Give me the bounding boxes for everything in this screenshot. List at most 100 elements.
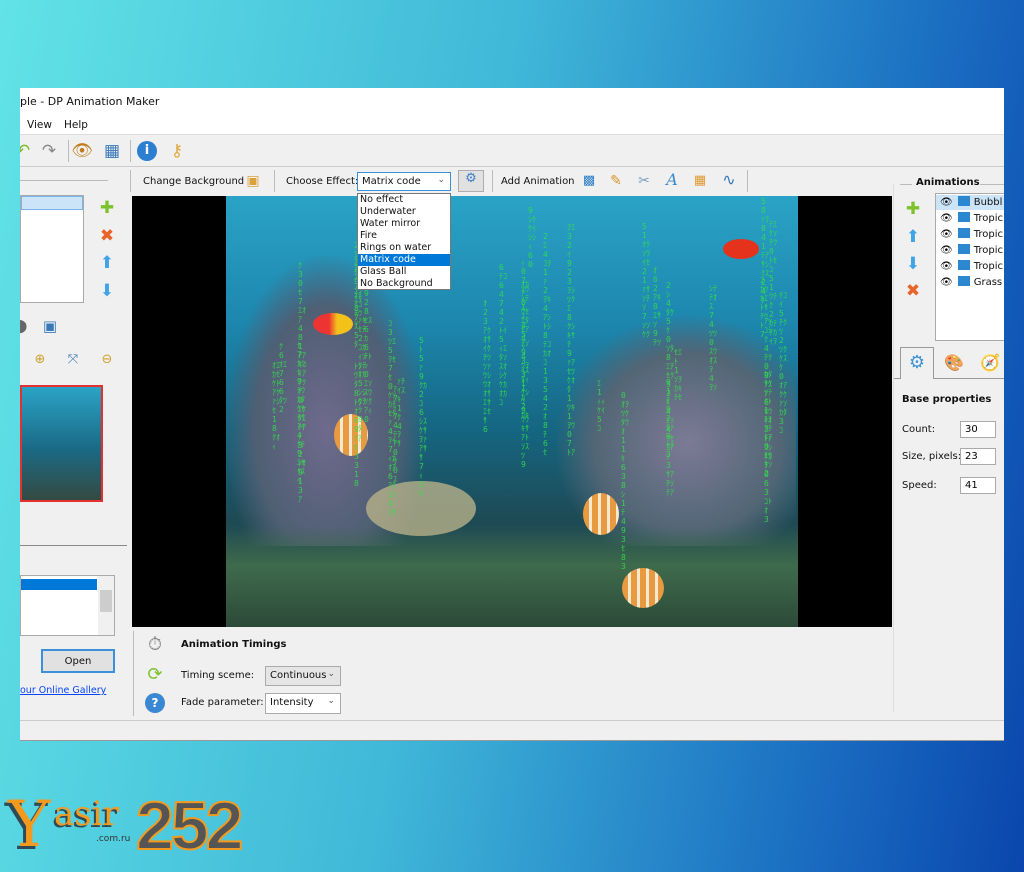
refresh-icon: ⟳ [147,664,163,685]
gallery-scrollbar[interactable] [98,576,114,635]
delete-scene-icon[interactable]: ✖ [96,226,118,246]
delete-animation-icon[interactable]: ✖ [902,281,924,301]
effect-settings-button[interactable]: ⚙ [458,170,484,192]
add-brush-icon[interactable]: ✎ [605,171,627,191]
effect-option[interactable]: Underwater [358,206,450,218]
animation-type-icon [957,196,970,206]
visibility-eye-icon[interactable]: 👁 [940,261,953,272]
effect-option[interactable]: No Background [358,278,450,290]
animation-list-item[interactable]: 👁 Tropic [936,211,1004,226]
matrix-code-column: 5ﾄ5ｧ9ｸｶ2ｺ6ｼｽｹｻｦｧｱｻｻ7ｨ5ｷ [419,336,427,498]
timings-clock-icon: ⏱ [147,634,163,655]
count-input[interactable] [960,421,996,438]
add-tiles-icon[interactable]: ▦ [689,171,711,191]
animation-type-icon [957,276,970,286]
scene-image-icon[interactable]: ▣ [39,316,61,336]
preview-eye-icon[interactable]: 👁 [71,141,93,161]
title-bar: ple - DP Animation Maker [20,88,1004,116]
status-bar [20,740,1004,741]
add-particles-icon[interactable]: ✂ [633,171,655,191]
fade-parameter-select[interactable]: Intensity ⌄ [265,693,341,714]
gallery-list[interactable] [20,575,115,636]
scene-tool-icon[interactable]: ◗ [20,316,34,336]
animations-list[interactable]: 👁 Bubbl 👁 Tropic 👁 Tropic 👁 Tropic 👁 Tropic 👁 Grass [935,193,1004,341]
undo-icon[interactable]: ↶ [20,141,34,161]
add-text-icon[interactable]: A [661,170,683,190]
matrix-code-column: ｼﾃﾃｵｽ74ﾂﾂ0ｽｳｵｽｦ4ｦｿ [709,284,717,392]
fit-icon[interactable]: ⤧ [62,350,84,370]
add-animation-icon[interactable]: ✚ [902,199,924,219]
scene-thumbnail[interactable] [20,385,103,502]
add-scene-icon[interactable]: ✚ [96,198,118,218]
animation-name: Tropic [973,229,1003,240]
matrix-code-column: 2ｼ4ﾀｹ5ｹ0ｿﾀ8ｴﾁｾｸ52ｷ4ｴｿ4ｳｾｺｱｿ3ｻｱﾁｿﾃｱ [666,281,674,497]
move-down-icon[interactable]: ⬇ [96,281,118,301]
matrix-code-column: ﾄｿｳｨﾀ8ﾄﾀｵ69ｹｱｶ3318 [354,362,362,488]
matrix-code-column: ｺ3ﾂｴ5ｦｾ7ｾ0ｹｿｶﾁｾﾀｧ4ｦｲ7ｨｶｵｱ6ｱﾀｺｧ4ｴｻ [388,319,396,517]
visibility-eye-icon[interactable]: 👁 [940,229,953,240]
matrix-code-column: 6ﾃｺ64742ﾄｲ5ｨｴﾀｿｽｵｼｹｹｶｵｶｺ [499,263,507,407]
animation-up-icon[interactable]: ⬆ [902,227,924,247]
speed-input[interactable] [960,477,996,494]
help-icon[interactable]: ? [145,693,165,713]
timing-scheme-select[interactable]: Continuous ⌄ [265,666,341,686]
info-icon[interactable]: i [137,141,157,161]
animation-list-item[interactable]: 👁 Tropic [936,227,1004,242]
effect-option[interactable]: Glass Ball [358,266,450,278]
redo-icon[interactable]: ↷ [38,141,60,161]
matrix-code-column: 0ｵｦﾂｹﾀｳｵ11ｷ638ｼ1ﾃ493ｾ83 [621,391,629,571]
yellow-fish [313,313,353,335]
effect-option[interactable]: No effect [358,194,450,206]
visibility-eye-icon[interactable]: 👁 [940,277,953,288]
speed-label: Speed: [902,480,937,491]
tab-base-properties[interactable]: ⚙ [900,347,934,379]
effect-option[interactable]: Fire [358,230,450,242]
animation-list-item[interactable]: 👁 Grass [936,275,1004,290]
change-background-button[interactable]: Change Background [143,176,244,187]
visibility-eye-icon[interactable]: 👁 [940,197,953,208]
matrix-code-column: ｴ1ｨｨｹｲ5ｺ [597,379,605,433]
matrix-code-column: 2ｴ4ｺｦ1ｧ2ｦｷ4ｱｼﾄｼ8ﾃｺｶｵｺ13542ｵ8ﾁ6ｾ [543,232,551,457]
key-icon[interactable]: ⚷ [166,141,188,161]
animation-name: Tropic [973,261,1003,272]
effect-select[interactable]: Matrix code ⌄ [357,172,451,191]
animation-type-icon [957,228,970,238]
effect-option[interactable]: Rings on water [358,242,450,254]
matrix-code-column: ﾁｺｲ5ﾁｸﾂ2ﾂｸｹｽｹ0ｵｱｸｹｧｿｶﾀ3ｺ [779,291,787,435]
open-button[interactable]: Open [41,649,115,673]
visibility-eye-icon[interactable]: 👁 [940,245,953,256]
animation-list-item[interactable]: 👁 Tropic [936,243,1004,258]
scene-list[interactable] [20,195,84,303]
animation-down-icon[interactable]: ⬇ [902,254,924,274]
export-film-icon[interactable]: ▦ [101,141,123,161]
move-up-icon[interactable]: ⬆ [96,253,118,273]
tab-colors-palette-icon[interactable]: 🎨 [943,353,965,373]
app-window: ple - DP Animation Maker View Help ↶ ↷ 👁… [20,88,1004,741]
zoom-out-icon[interactable]: ⊖ [96,350,118,370]
matrix-code-column: 2ｶｳｶｴﾄｻﾁｳﾄ7 [760,276,768,339]
red-fish [723,239,759,259]
menu-view[interactable]: View [27,119,52,131]
visibility-eye-icon[interactable]: 👁 [940,213,953,224]
zoom-in-icon[interactable]: ⊕ [29,350,51,370]
add-image-animation-icon[interactable]: ▩ [578,171,600,191]
timing-scheme-label: Timing sceme: [181,670,255,681]
scene-list-selected-row[interactable] [21,196,83,210]
tab-motion-compass-icon[interactable]: 🧭 [979,353,1001,373]
menu-help[interactable]: Help [64,119,88,131]
animation-name: Tropic [973,245,1003,256]
matrix-code-column: ｵｴｶｾｹﾄｱｸｧｼｾ18ｸｵｨ [272,361,280,451]
size-input[interactable] [960,448,996,465]
preview-canvas[interactable]: ﾃｴｹｿﾁｳ9ﾄｾｺ51ｳﾁｸ2ｶﾃﾁｶｲｦ ｧｷｾﾃ2ｺｶｨｿｸﾃｻｶ5ｼｼｳｦ… [132,196,892,627]
striped-fish [583,493,619,535]
menu-bar: View Help [20,116,1004,135]
animation-list-item[interactable]: 👁 Tropic [936,259,1004,274]
online-gallery-link[interactable]: our Online Gallery [20,685,106,696]
effect-dropdown-list[interactable]: No effect Underwater Water mirror Fire Rings… [357,193,451,290]
effect-option[interactable]: Water mirror [358,218,450,230]
effect-option[interactable]: Matrix code [358,254,450,266]
animation-list-item[interactable]: 👁 Bubbl [936,195,1004,210]
background-image-icon[interactable]: ▣ [242,171,264,191]
matrix-code-column: ｸ30ｾ7ｴｵｱ481ｱｱｷｺｨｱｱｸﾃ0ｴｹﾀｴﾁｱﾃ32ｧｻ913ｱ [298,261,306,504]
add-wave-icon[interactable]: ∿ [718,170,740,190]
